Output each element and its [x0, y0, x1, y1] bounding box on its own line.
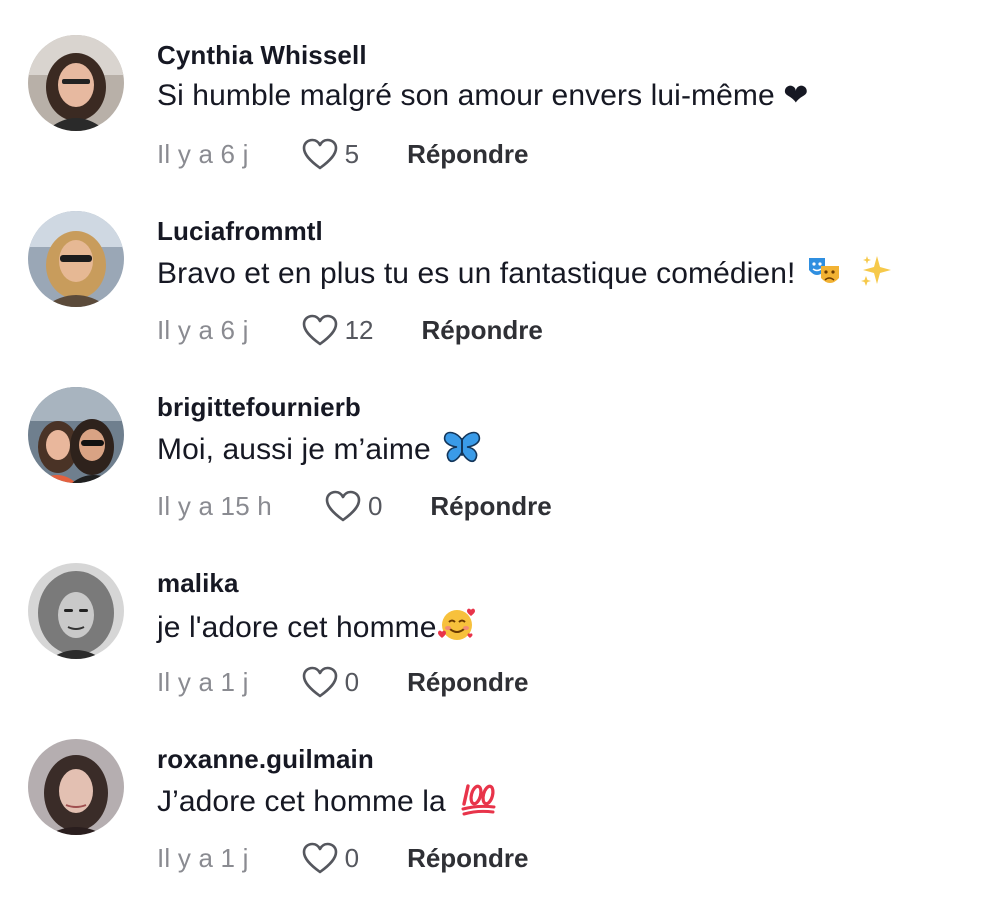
reply-button[interactable]: Répondre [407, 139, 528, 170]
comment-text-content: J’adore cet homme la [157, 785, 446, 818]
like-count: 0 [344, 842, 360, 873]
like-button[interactable]: 5 [301, 137, 359, 171]
comment-meta: Il y a 1 j 0 Répondre [157, 838, 528, 878]
comment-meta: Il y a 6 j 5 Répondre [157, 134, 528, 174]
like-button[interactable]: 0 [301, 841, 359, 875]
comment-text: je l'adore cet homme [157, 606, 477, 650]
performing-arts-icon [807, 254, 841, 296]
comment-timestamp: Il y a 15 h [157, 490, 272, 521]
avatar[interactable] [28, 563, 124, 659]
reply-button[interactable]: Répondre [407, 667, 528, 698]
like-count: 0 [367, 490, 383, 521]
comment-text: J’adore cet homme la [157, 782, 496, 824]
comment-item: brigittefournierb Moi, aussi je m’aime I… [0, 352, 990, 528]
avatar[interactable] [28, 35, 124, 131]
comment-text: Si humble malgré son amour envers lui-mê… [157, 78, 808, 113]
comment-timestamp: Il y a 1 j [157, 666, 249, 697]
like-button[interactable]: 12 [301, 313, 374, 347]
comment-meta: Il y a 1 j 0 Répondre [157, 662, 528, 702]
heart-outline-icon [301, 137, 339, 171]
avatar[interactable] [28, 739, 124, 835]
comment-timestamp: Il y a 6 j [157, 314, 249, 345]
heart-outline-icon [301, 313, 339, 347]
like-count: 12 [344, 314, 374, 345]
comment-text-content: je l'adore cet homme [157, 611, 437, 644]
reply-button[interactable]: Répondre [430, 491, 551, 522]
comment-text-content: Bravo et en plus tu es un fantastique co… [157, 257, 796, 290]
comment-text-content: Si humble malgré son amour envers lui-mê… [157, 79, 809, 112]
comment-username[interactable]: roxanne.guilmain [157, 744, 374, 775]
heart-outline-icon [301, 841, 339, 875]
comment-item: roxanne.guilmain J’adore cet homme la Il… [0, 704, 990, 880]
comment-item: Luciafrommtl Bravo et en plus tu es un f… [0, 176, 990, 352]
avatar[interactable] [28, 211, 124, 307]
sparkles-icon [859, 254, 893, 296]
comment-username[interactable]: brigittefournierb [157, 392, 361, 423]
butterfly-icon [443, 430, 481, 472]
comment-item: malika je l'adore cet homme Il y a 1 j 0… [0, 528, 990, 704]
heart-outline-icon [324, 489, 362, 523]
comment-meta: Il y a 15 h 0 Répondre [157, 486, 552, 526]
comment-meta: Il y a 6 j 12 Répondre [157, 310, 543, 350]
comment-username[interactable]: Luciafrommtl [157, 216, 323, 247]
comment-text: Moi, aussi je m’aime [157, 430, 481, 472]
heart-outline-icon [301, 665, 339, 699]
hundred-points-icon [460, 782, 496, 824]
like-count: 0 [344, 666, 360, 697]
comment-text: Bravo et en plus tu es un fantastique co… [157, 254, 893, 296]
reply-button[interactable]: Répondre [407, 843, 528, 874]
comment-timestamp: Il y a 1 j [157, 842, 249, 873]
comment-text-content: Moi, aussi je m’aime [157, 433, 431, 466]
comment-username[interactable]: malika [157, 568, 239, 599]
comment-timestamp: Il y a 6 j [157, 138, 249, 169]
comment-username[interactable]: Cynthia Whissell [157, 40, 367, 71]
like-button[interactable]: 0 [301, 665, 359, 699]
smiling-face-with-hearts-icon [437, 606, 477, 650]
like-button[interactable]: 0 [324, 489, 382, 523]
reply-button[interactable]: Répondre [422, 315, 543, 346]
like-count: 5 [344, 138, 360, 169]
comment-item: Cynthia Whissell Si humble malgré son am… [0, 0, 990, 176]
avatar[interactable] [28, 387, 124, 483]
